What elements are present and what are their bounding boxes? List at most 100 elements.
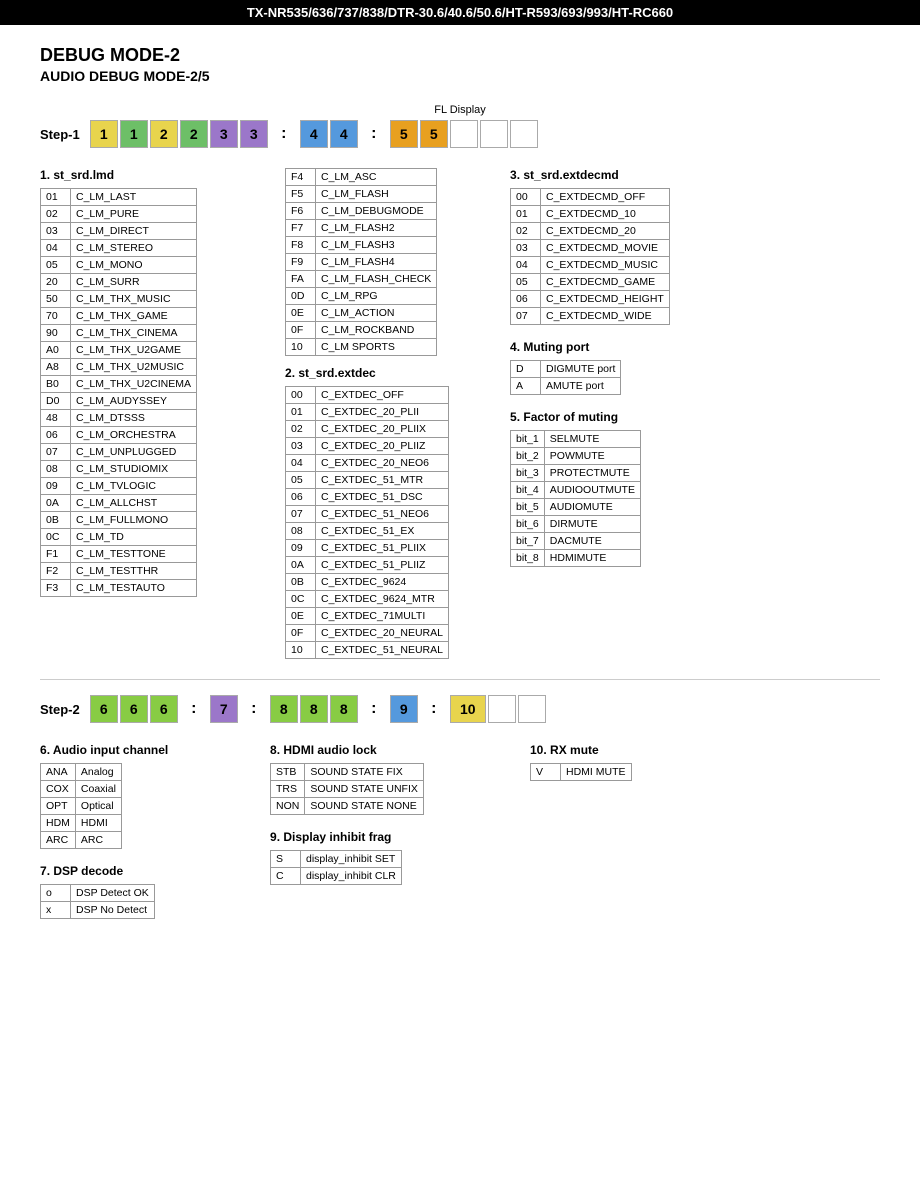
code-cell: F7 bbox=[286, 220, 316, 237]
table-row: A8C_LM_THX_U2MUSIC bbox=[41, 359, 197, 376]
code-cell: 09 bbox=[286, 540, 316, 557]
value-cell: C_EXTDECMD_10 bbox=[541, 206, 670, 223]
table-row: 0AC_LM_ALLCHST bbox=[41, 495, 197, 512]
code-cell: 10 bbox=[286, 642, 316, 659]
step1-cell-8: 4 bbox=[330, 120, 358, 148]
step2-label: Step-2 bbox=[40, 702, 80, 717]
header-bar: TX-NR535/636/737/838/DTR-30.6/40.6/50.6/… bbox=[0, 0, 920, 25]
step1-cell-9: 5 bbox=[390, 120, 418, 148]
table-row: 50C_LM_THX_MUSIC bbox=[41, 291, 197, 308]
code-cell: 05 bbox=[41, 257, 71, 274]
step1-cell-2: 1 bbox=[120, 120, 148, 148]
fl-display-label: FL Display bbox=[40, 104, 880, 116]
value-cell: C_EXTDECMD_MUSIC bbox=[541, 257, 670, 274]
table-row: F1C_LM_TESTTONE bbox=[41, 546, 197, 563]
code-cell: 50 bbox=[41, 291, 71, 308]
table-row: 04C_EXTDECMD_MUSIC bbox=[511, 257, 670, 274]
table-row: 05C_EXTDEC_51_MTR bbox=[286, 472, 449, 489]
value-cell: C_EXTDECMD_OFF bbox=[541, 189, 670, 206]
section10-container: 10. RX mute VHDMI MUTE bbox=[530, 743, 710, 919]
value-cell: C_EXTDECMD_GAME bbox=[541, 274, 670, 291]
value-cell: DACMUTE bbox=[544, 533, 640, 550]
step2-cell-3: 6 bbox=[150, 695, 178, 723]
table-row: VHDMI MUTE bbox=[531, 764, 632, 781]
step2-cell-8: 9 bbox=[390, 695, 418, 723]
section4-table: DDIGMUTE portAAMUTE port bbox=[510, 360, 621, 395]
step1-colon-1: : bbox=[270, 120, 298, 148]
table-row: bit_8HDMIMUTE bbox=[511, 550, 641, 567]
section8-9-container: 8. HDMI audio lock STBSOUND STATE FIXTRS… bbox=[270, 743, 500, 919]
value-cell: DSP Detect OK bbox=[71, 885, 155, 902]
section3-5-container: 3. st_srd.extdecmd 00C_EXTDECMD_OFF01C_E… bbox=[510, 168, 710, 659]
code-cell: 10 bbox=[286, 339, 316, 356]
code-cell: 00 bbox=[511, 189, 541, 206]
value-cell: C_LM_TD bbox=[71, 529, 197, 546]
code-cell: A bbox=[511, 378, 541, 395]
table-row: bit_2POWMUTE bbox=[511, 448, 641, 465]
table-row: 48C_LM_DTSSS bbox=[41, 410, 197, 427]
value-cell: C_LM_AUDYSSEY bbox=[71, 393, 197, 410]
value-cell: C_LM_MONO bbox=[71, 257, 197, 274]
value-cell: C_EXTDEC_20_NEURAL bbox=[316, 625, 449, 642]
section1-title: 1. st_srd.lmd bbox=[40, 168, 260, 182]
table-row: bit_6DIRMUTE bbox=[511, 516, 641, 533]
table-row: 02C_EXTDECMD_20 bbox=[511, 223, 670, 240]
value-cell: C_LM_DEBUGMODE bbox=[316, 203, 437, 220]
step1-cell-5: 3 bbox=[210, 120, 238, 148]
table-row: F6C_LM_DEBUGMODE bbox=[286, 203, 437, 220]
code-cell: 09 bbox=[41, 478, 71, 495]
table-row: bit_4AUDIOOUTMUTE bbox=[511, 482, 641, 499]
step1-cell-7: 4 bbox=[300, 120, 328, 148]
code-cell: NON bbox=[271, 798, 305, 815]
table-row: 04C_LM_STEREO bbox=[41, 240, 197, 257]
table-row: COXCoaxial bbox=[41, 781, 122, 798]
code-cell: bit_4 bbox=[511, 482, 545, 499]
code-cell: 20 bbox=[41, 274, 71, 291]
code-cell: ARC bbox=[41, 832, 76, 849]
code-cell: 0D bbox=[286, 288, 316, 305]
table-row: 01C_EXTDECMD_10 bbox=[511, 206, 670, 223]
value-cell: AUDIOMUTE bbox=[544, 499, 640, 516]
section3-title: 3. st_srd.extdecmd bbox=[510, 168, 710, 182]
section1b-table: F4C_LM_ASCF5C_LM_FLASHF6C_LM_DEBUGMODEF7… bbox=[285, 168, 437, 356]
section8-table: STBSOUND STATE FIXTRSSOUND STATE UNFIXNO… bbox=[270, 763, 424, 815]
code-cell: 70 bbox=[41, 308, 71, 325]
value-cell: C_LM_PURE bbox=[71, 206, 197, 223]
value-cell: C_EXTDECMD_HEIGHT bbox=[541, 291, 670, 308]
section1b-2-container: F4C_LM_ASCF5C_LM_FLASHF6C_LM_DEBUGMODEF7… bbox=[285, 168, 485, 659]
table-row: OPTOptical bbox=[41, 798, 122, 815]
value-cell: C_LM_ROCKBAND bbox=[316, 322, 437, 339]
code-cell: 08 bbox=[41, 461, 71, 478]
table-row: 0EC_LM_ACTION bbox=[286, 305, 437, 322]
code-cell: 07 bbox=[286, 506, 316, 523]
code-cell: bit_3 bbox=[511, 465, 545, 482]
value-cell: C_LM_ACTION bbox=[316, 305, 437, 322]
code-cell: 07 bbox=[41, 444, 71, 461]
table-row: HDMHDMI bbox=[41, 815, 122, 832]
value-cell: C_EXTDEC_OFF bbox=[316, 387, 449, 404]
section6-table: ANAAnalogCOXCoaxialOPTOpticalHDMHDMIARCA… bbox=[40, 763, 122, 849]
section7-title: 7. DSP decode bbox=[40, 864, 240, 878]
value-cell: C_EXTDEC_9624_MTR bbox=[316, 591, 449, 608]
table-row: F4C_LM_ASC bbox=[286, 169, 437, 186]
code-cell: 0C bbox=[286, 591, 316, 608]
step2-cell-e2 bbox=[518, 695, 546, 723]
value-cell: C_EXTDECMD_WIDE bbox=[541, 308, 670, 325]
table-row: 0FC_LM_ROCKBAND bbox=[286, 322, 437, 339]
section10-title: 10. RX mute bbox=[530, 743, 710, 757]
section1-container: 1. st_srd.lmd 01C_LM_LAST02C_LM_PURE03C_… bbox=[40, 168, 260, 659]
value-cell: SELMUTE bbox=[544, 431, 640, 448]
section6-7-container: 6. Audio input channel ANAAnalogCOXCoaxi… bbox=[40, 743, 240, 919]
code-cell: x bbox=[41, 902, 71, 919]
value-cell: C_LM_ASC bbox=[316, 169, 437, 186]
value-cell: C_LM_DIRECT bbox=[71, 223, 197, 240]
code-cell: V bbox=[531, 764, 561, 781]
code-cell: 06 bbox=[286, 489, 316, 506]
table-row: 05C_EXTDECMD_GAME bbox=[511, 274, 670, 291]
code-cell: 48 bbox=[41, 410, 71, 427]
value-cell: C_LM_FLASH3 bbox=[316, 237, 437, 254]
code-cell: 08 bbox=[286, 523, 316, 540]
step1-cell-10: 5 bbox=[420, 120, 448, 148]
value-cell: Optical bbox=[75, 798, 121, 815]
value-cell: C_LM_SURR bbox=[71, 274, 197, 291]
